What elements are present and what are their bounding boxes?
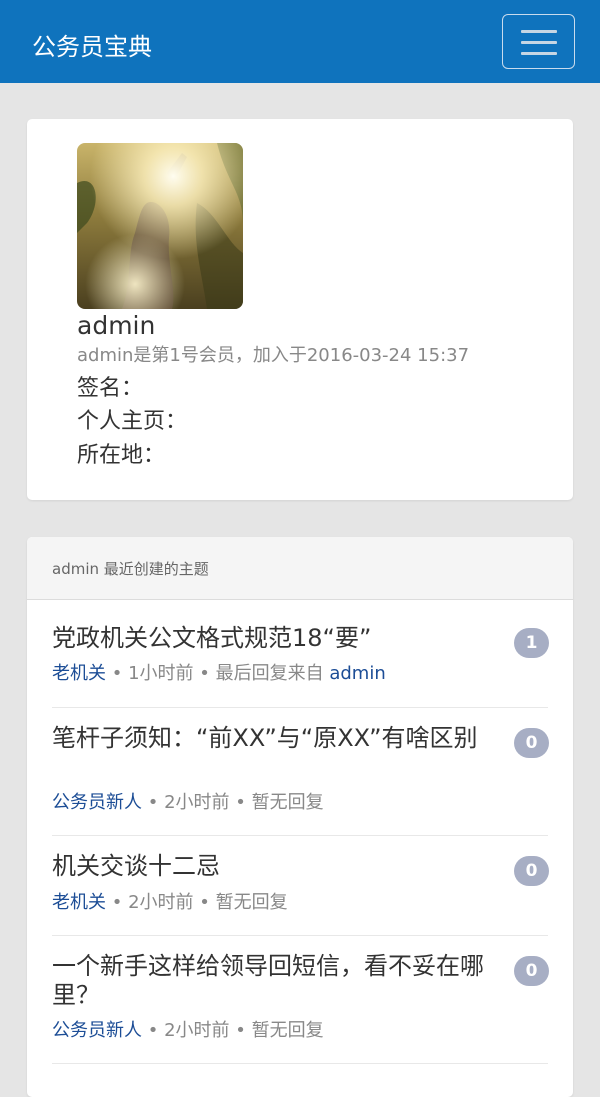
topic-item[interactable]: 党政机关公文格式规范18“要” 老机关 • 1小时前 • 最后回复来自 admi… — [52, 622, 549, 708]
signature-label: 签名： — [77, 376, 144, 401]
topic-item[interactable]: 机关交谈十二忌 老机关 • 2小时前 • 暂无回复 0 — [52, 836, 549, 936]
menu-toggle-button[interactable] — [502, 14, 575, 69]
profile-card: admin admin是第1号会员，加入于2016-03-24 15:37 签名… — [27, 119, 573, 500]
topic-meta: 老机关 • 2小时前 • 暂无回复 — [52, 891, 288, 915]
dot-separator: • — [111, 892, 129, 913]
recent-topics-header: admin 最近创建的主题 — [27, 537, 573, 600]
recent-topics-card: admin 最近创建的主题 党政机关公文格式规范18“要” 老机关 • 1小时前… — [27, 537, 573, 1097]
topic-reply-text: 最后回复来自 — [215, 663, 324, 684]
dot-separator: • — [111, 663, 129, 684]
avatar — [77, 143, 243, 309]
topic-node-link[interactable]: 老机关 — [52, 892, 106, 913]
topic-item[interactable]: 笔杆子须知：“前XX”与“原XX”有啥区别 公务员新人 • 2小时前 • 暂无回… — [52, 708, 549, 836]
topic-reply-text: 暂无回复 — [251, 1020, 324, 1041]
topic-time: 1小时前 — [128, 663, 194, 684]
site-brand[interactable]: 公务员宝典 — [32, 30, 152, 64]
dot-separator: • — [199, 892, 216, 913]
topic-reply-text: 暂无回复 — [215, 892, 288, 913]
topic-time: 2小时前 — [128, 892, 194, 913]
member-info: admin是第1号会员，加入于2016-03-24 15:37 — [77, 345, 470, 366]
topic-title[interactable]: 笔杆子须知：“前XX”与“原XX”有啥区别 — [52, 724, 492, 753]
topic-time: 2小时前 — [164, 792, 230, 813]
recent-topics-title: admin 最近创建的主题 — [52, 560, 209, 578]
reply-count-badge: 0 — [514, 956, 549, 986]
dot-separator: • — [235, 1020, 252, 1041]
dot-separator: • — [199, 663, 216, 684]
topic-title[interactable]: 一个新手这样给领导回短信，看不妥在哪里？ — [52, 952, 492, 1010]
topic-node-link[interactable]: 公务员新人 — [52, 1020, 142, 1041]
dot-separator: • — [147, 792, 165, 813]
topic-meta: 老机关 • 1小时前 • 最后回复来自 admin — [52, 662, 386, 686]
topic-meta: 公务员新人 • 2小时前 • 暂无回复 — [52, 791, 324, 815]
dot-separator: • — [147, 1020, 165, 1041]
topic-meta: 公务员新人 • 2小时前 • 暂无回复 — [52, 1019, 324, 1043]
reply-count-badge: 0 — [514, 728, 549, 758]
topic-reply-text: 暂无回复 — [251, 792, 324, 813]
location-label: 所在地： — [77, 443, 166, 468]
reply-count-badge: 1 — [514, 628, 549, 658]
dot-separator: • — [235, 792, 252, 813]
reply-count-badge: 0 — [514, 856, 549, 886]
topic-item[interactable]: 一个新手这样给领导回短信，看不妥在哪里？ 公务员新人 • 2小时前 • 暂无回复… — [52, 936, 549, 1064]
topic-time: 2小时前 — [164, 1020, 230, 1041]
profile-username: admin — [77, 311, 156, 340]
topic-title[interactable]: 党政机关公文格式规范18“要” — [52, 624, 492, 653]
topic-node-link[interactable]: 老机关 — [52, 663, 106, 684]
topic-title[interactable]: 机关交谈十二忌 — [52, 852, 492, 881]
topic-reply-user-link[interactable]: admin — [329, 663, 385, 684]
navbar: 公务员宝典 — [0, 0, 600, 83]
homepage-label: 个人主页： — [77, 409, 188, 434]
topic-node-link[interactable]: 公务员新人 — [52, 792, 142, 813]
